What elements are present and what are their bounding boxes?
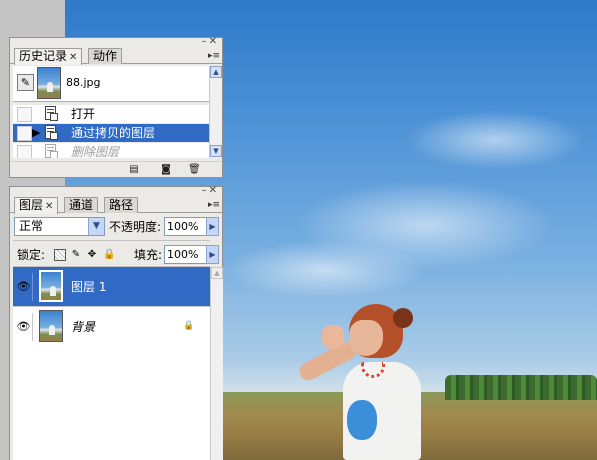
tab-channels-label: 通道 xyxy=(69,198,94,212)
opacity-input[interactable]: 100% xyxy=(164,217,208,236)
cloud xyxy=(225,240,425,300)
tab-paths-label: 路径 xyxy=(109,198,134,212)
history-panel: –✕ 历史记录 ✕ 动作 ▸≡ ✎ 88.jpg 打开 ▶ 通过拷贝的图层 删除… xyxy=(9,36,223,178)
document-state-icon xyxy=(45,144,59,158)
panel-titlebar[interactable]: –✕ xyxy=(10,36,222,48)
layers-tabbar: 图层 ✕ 通道 路径 ▸≡ xyxy=(10,197,222,214)
scroll-up-arrow-icon[interactable]: ▲ xyxy=(210,66,222,78)
layer-name[interactable]: 背景 xyxy=(71,319,95,335)
layer-thumbnail xyxy=(39,310,63,342)
opacity-value: 100% xyxy=(167,220,199,233)
girl-hair-bun xyxy=(393,308,413,328)
snapshot-thumbnail xyxy=(37,67,61,99)
history-brush-source-box[interactable] xyxy=(17,145,32,158)
tab-actions-label: 动作 xyxy=(93,49,118,63)
panel-menu-icon[interactable]: ▸≡ xyxy=(208,50,220,62)
history-tabbar: 历史记录 ✕ 动作 ▸≡ xyxy=(10,48,222,65)
tab-paths[interactable]: 路径 xyxy=(104,197,139,213)
tree-line xyxy=(445,375,597,400)
history-row-label: 通过拷贝的图层 xyxy=(71,126,156,140)
shirt-print xyxy=(347,400,377,440)
cloud xyxy=(405,110,585,170)
close-icon[interactable]: ✕ xyxy=(69,52,77,63)
new-snapshot-icon[interactable]: ◙ xyxy=(160,164,172,175)
layers-scrollbar[interactable]: ▲ xyxy=(210,267,223,460)
tab-channels[interactable]: 通道 xyxy=(64,197,99,213)
trash-icon[interactable]: 🗑 xyxy=(188,164,201,175)
opacity-slider-button[interactable]: ▶ xyxy=(206,217,219,236)
girl-face xyxy=(349,320,383,356)
scroll-down-arrow-icon[interactable]: ▼ xyxy=(210,145,222,157)
history-brush-source-box[interactable] xyxy=(17,126,32,141)
document-state-icon xyxy=(45,125,59,141)
lock-all-icon[interactable]: 🔒 xyxy=(103,249,115,261)
history-row-label: 删除图层 xyxy=(71,145,120,158)
layer-thumbnail xyxy=(39,270,63,302)
document-state-icon xyxy=(45,106,59,122)
panel-window-buttons[interactable]: –✕ xyxy=(202,185,219,196)
fill-value: 100% xyxy=(167,248,199,261)
blend-mode-value: 正常 xyxy=(19,219,44,233)
chevron-down-icon[interactable]: ▼ xyxy=(88,218,104,235)
lock-icon: 🔒 xyxy=(183,321,195,331)
history-row-label: 打开 xyxy=(71,107,96,121)
snapshot-label: 88.jpg xyxy=(66,76,101,89)
tab-history-label: 历史记录 xyxy=(19,49,68,63)
current-state-arrow-icon: ▶ xyxy=(32,126,41,139)
history-brush-source-box[interactable] xyxy=(17,107,32,122)
history-scrollbar[interactable]: ▲ ▼ xyxy=(209,66,222,158)
layer-name[interactable]: 图层 1 xyxy=(71,279,106,295)
tab-layers[interactable]: 图层 ✕ xyxy=(14,197,59,214)
history-row-delete-layer[interactable]: 删除图层 xyxy=(13,143,209,158)
fill-slider-button[interactable]: ▶ xyxy=(206,245,219,264)
fill-label: 填充: xyxy=(134,248,163,262)
lock-transparent-pixels-icon[interactable] xyxy=(54,249,66,261)
close-icon[interactable]: ✕ xyxy=(45,201,53,212)
lock-image-pixels-icon[interactable]: ✎ xyxy=(70,249,82,261)
lock-label: 锁定: xyxy=(17,248,46,262)
scroll-up-arrow-icon[interactable]: ▲ xyxy=(211,267,223,279)
history-brush-source-icon[interactable]: ✎ xyxy=(17,74,34,91)
fill-input[interactable]: 100% xyxy=(164,245,208,264)
panel-menu-icon[interactable]: ▸≡ xyxy=(208,199,220,211)
layers-panel: –✕ 图层 ✕ 通道 路径 ▸≡ 正常 ▼ 不透明度: 100% ▶ 锁定: ✎ … xyxy=(9,185,223,460)
history-row-layer-via-copy[interactable]: ▶ 通过拷贝的图层 xyxy=(13,124,209,142)
history-footer: ▤ ◙ 🗑 xyxy=(10,161,222,177)
divider xyxy=(13,240,210,241)
eye-icon[interactable]: 👁 xyxy=(15,273,33,301)
eye-icon[interactable]: 👁 xyxy=(15,313,33,341)
girl-hand xyxy=(322,325,344,349)
layer-row-layer-1[interactable]: 👁 图层 1 xyxy=(13,267,210,307)
tab-history[interactable]: 历史记录 ✕ xyxy=(14,48,83,65)
new-document-from-state-icon[interactable]: ▤ xyxy=(128,164,140,175)
lock-position-icon[interactable]: ✥ xyxy=(86,249,98,261)
tab-layers-label: 图层 xyxy=(19,198,44,212)
history-snapshot[interactable]: ✎ 88.jpg xyxy=(13,66,209,102)
panel-window-buttons[interactable]: –✕ xyxy=(202,36,219,47)
blend-mode-select[interactable]: 正常 ▼ xyxy=(14,217,105,236)
tab-actions[interactable]: 动作 xyxy=(88,48,123,64)
opacity-label: 不透明度: xyxy=(109,220,162,234)
history-row-open[interactable]: 打开 xyxy=(13,105,209,123)
layer-row-background[interactable]: 👁 背景 🔒 xyxy=(13,307,210,347)
panel-titlebar[interactable]: –✕ xyxy=(10,185,222,197)
layers-empty-area[interactable] xyxy=(13,346,210,460)
